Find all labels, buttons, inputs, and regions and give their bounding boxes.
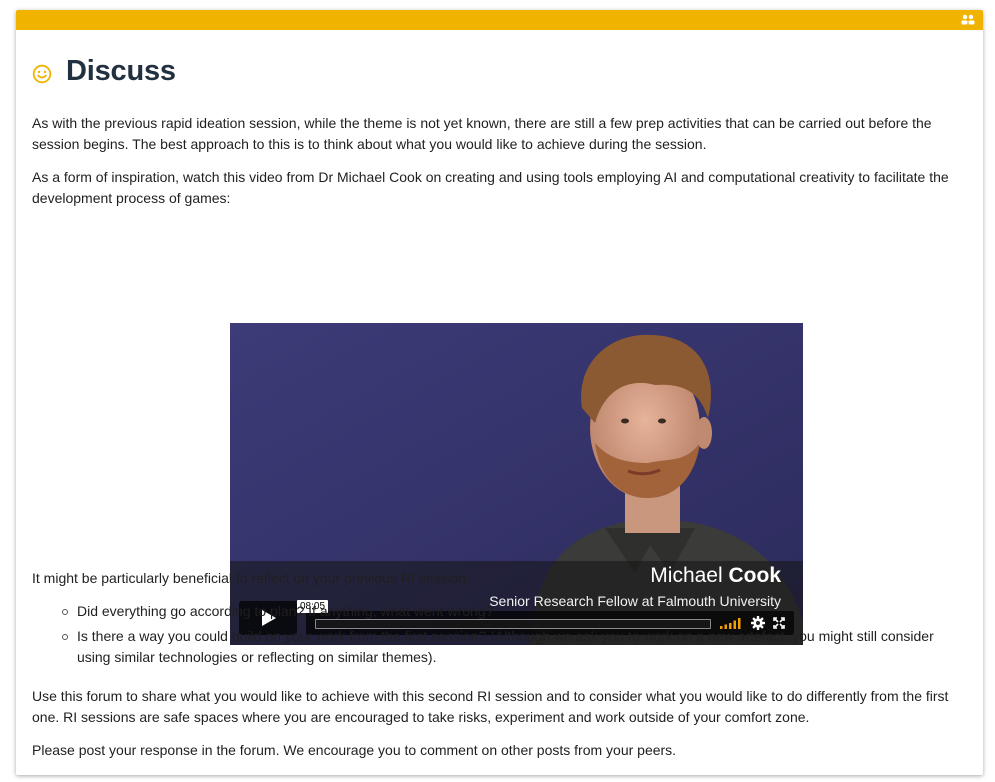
reflect-intro-paragraph: It might be particularly beneficial to r… xyxy=(32,570,471,586)
intro-paragraph: As with the previous rapid ideation sess… xyxy=(32,115,932,152)
post-request-paragraph: Please post your response in the forum. … xyxy=(32,742,677,758)
forum-use-paragraph: Use this forum to share what you would l… xyxy=(32,688,949,725)
activity-card: Discuss As with the previous rapid ideat… xyxy=(16,10,983,775)
card-accent-bar xyxy=(16,10,983,30)
list-item: Is there a way you could build on your w… xyxy=(60,626,960,668)
list-item: Did everything go according to plan? If … xyxy=(60,601,960,622)
inspiration-paragraph: As a form of inspiration, watch this vid… xyxy=(32,169,949,206)
video-player[interactable]: Michael Cook Senior Research Fellow at F… xyxy=(230,323,803,645)
page-heading: Discuss xyxy=(32,51,176,91)
page-title: Discuss xyxy=(66,54,176,87)
reflection-list: Did everything go according to plan? If … xyxy=(60,601,960,672)
group-icon xyxy=(961,14,975,25)
smile-icon xyxy=(32,64,52,84)
